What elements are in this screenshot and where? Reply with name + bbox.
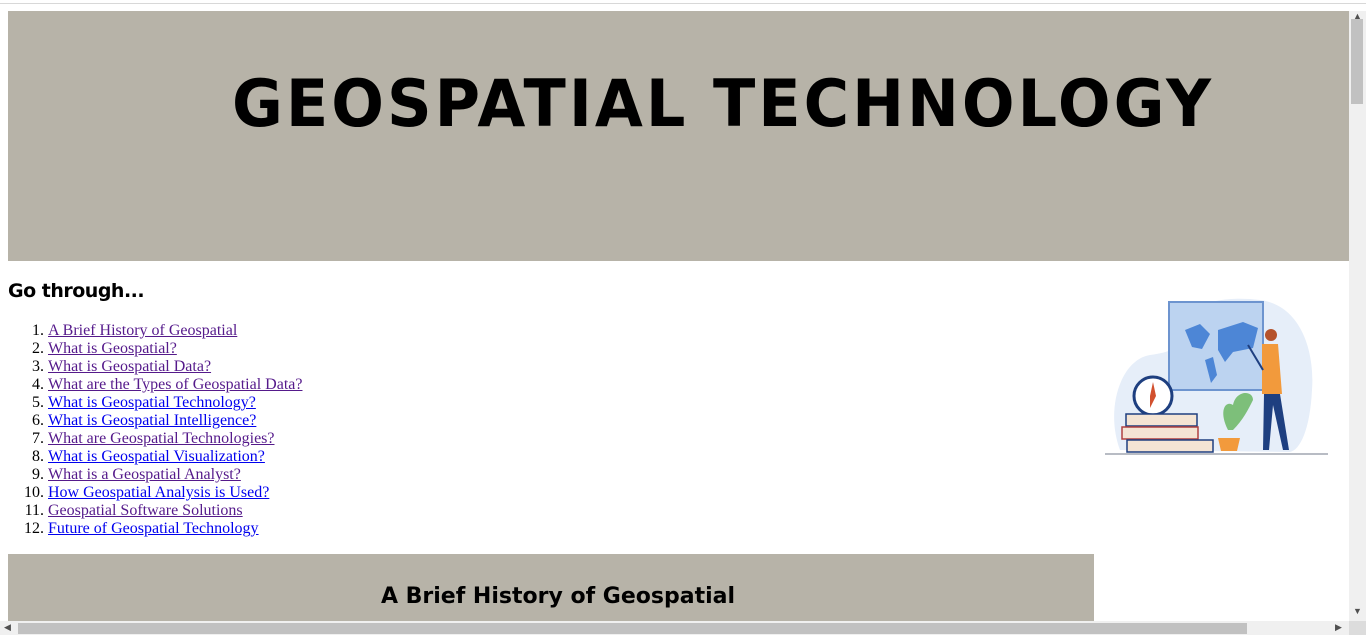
toc-link[interactable]: What is Geospatial? — [48, 340, 177, 357]
toc-link[interactable]: Geospatial Software Solutions — [48, 502, 243, 519]
toc-link[interactable]: Future of Geospatial Technology — [48, 520, 259, 537]
toc-heading: Go through... — [8, 280, 145, 302]
toc-item: What are Geospatial Technologies? — [48, 430, 302, 448]
scroll-right-arrow-icon[interactable]: ▶ — [1335, 622, 1342, 633]
toc-item: Geospatial Software Solutions — [48, 502, 302, 520]
history-section-banner: A Brief History of Geospatial — [8, 554, 1094, 621]
toc-item: What is Geospatial Visualization? — [48, 448, 302, 466]
toc-item: What are the Types of Geospatial Data? — [48, 376, 302, 394]
toc-link[interactable]: What are the Types of Geospatial Data? — [48, 376, 302, 393]
toc-link[interactable]: What are Geospatial Technologies? — [48, 430, 275, 447]
toc-item: What is a Geospatial Analyst? — [48, 466, 302, 484]
page-title: GEOSPATIAL TECHNOLOGY — [232, 65, 1215, 142]
toc-link[interactable]: What is Geospatial Visualization? — [48, 448, 265, 465]
section-title: A Brief History of Geospatial — [380, 584, 736, 609]
toc-item: What is Geospatial? — [48, 340, 302, 358]
scrollbar-corner — [1349, 621, 1366, 635]
scroll-down-arrow-icon[interactable]: ▼ — [1353, 606, 1362, 616]
toc-link[interactable]: What is Geospatial Technology? — [48, 394, 256, 411]
horizontal-scroll-thumb[interactable] — [18, 623, 1247, 634]
toc-item: Future of Geospatial Technology — [48, 520, 302, 538]
world-map-teacher-illustration — [1105, 298, 1328, 455]
toc-link[interactable]: What is a Geospatial Analyst? — [48, 466, 241, 483]
vertical-scrollbar[interactable]: ▲ ▼ — [1349, 11, 1366, 621]
toc-link[interactable]: What is Geospatial Intelligence? — [48, 412, 256, 429]
toc-link[interactable]: How Geospatial Analysis is Used? — [48, 484, 269, 501]
toc-link[interactable]: What is Geospatial Data? — [48, 358, 211, 375]
toc-item: What is Geospatial Data? — [48, 358, 302, 376]
horizontal-scrollbar[interactable]: ◀ ▶ — [0, 621, 1349, 635]
toc-item: How Geospatial Analysis is Used? — [48, 484, 302, 502]
toc-item: What is Geospatial Intelligence? — [48, 412, 302, 430]
toc-list: A Brief History of GeospatialWhat is Geo… — [8, 322, 302, 538]
vertical-scroll-thumb[interactable] — [1351, 19, 1363, 104]
scroll-up-arrow-icon[interactable]: ▲ — [1353, 11, 1362, 21]
toc-link[interactable]: A Brief History of Geospatial — [48, 322, 237, 339]
header-banner: GEOSPATIAL TECHNOLOGY — [8, 11, 1349, 261]
browser-top-edge — [0, 0, 1366, 4]
toc-item: What is Geospatial Technology? — [48, 394, 302, 412]
toc-item: A Brief History of Geospatial — [48, 322, 302, 340]
scroll-left-arrow-icon[interactable]: ◀ — [4, 622, 11, 633]
